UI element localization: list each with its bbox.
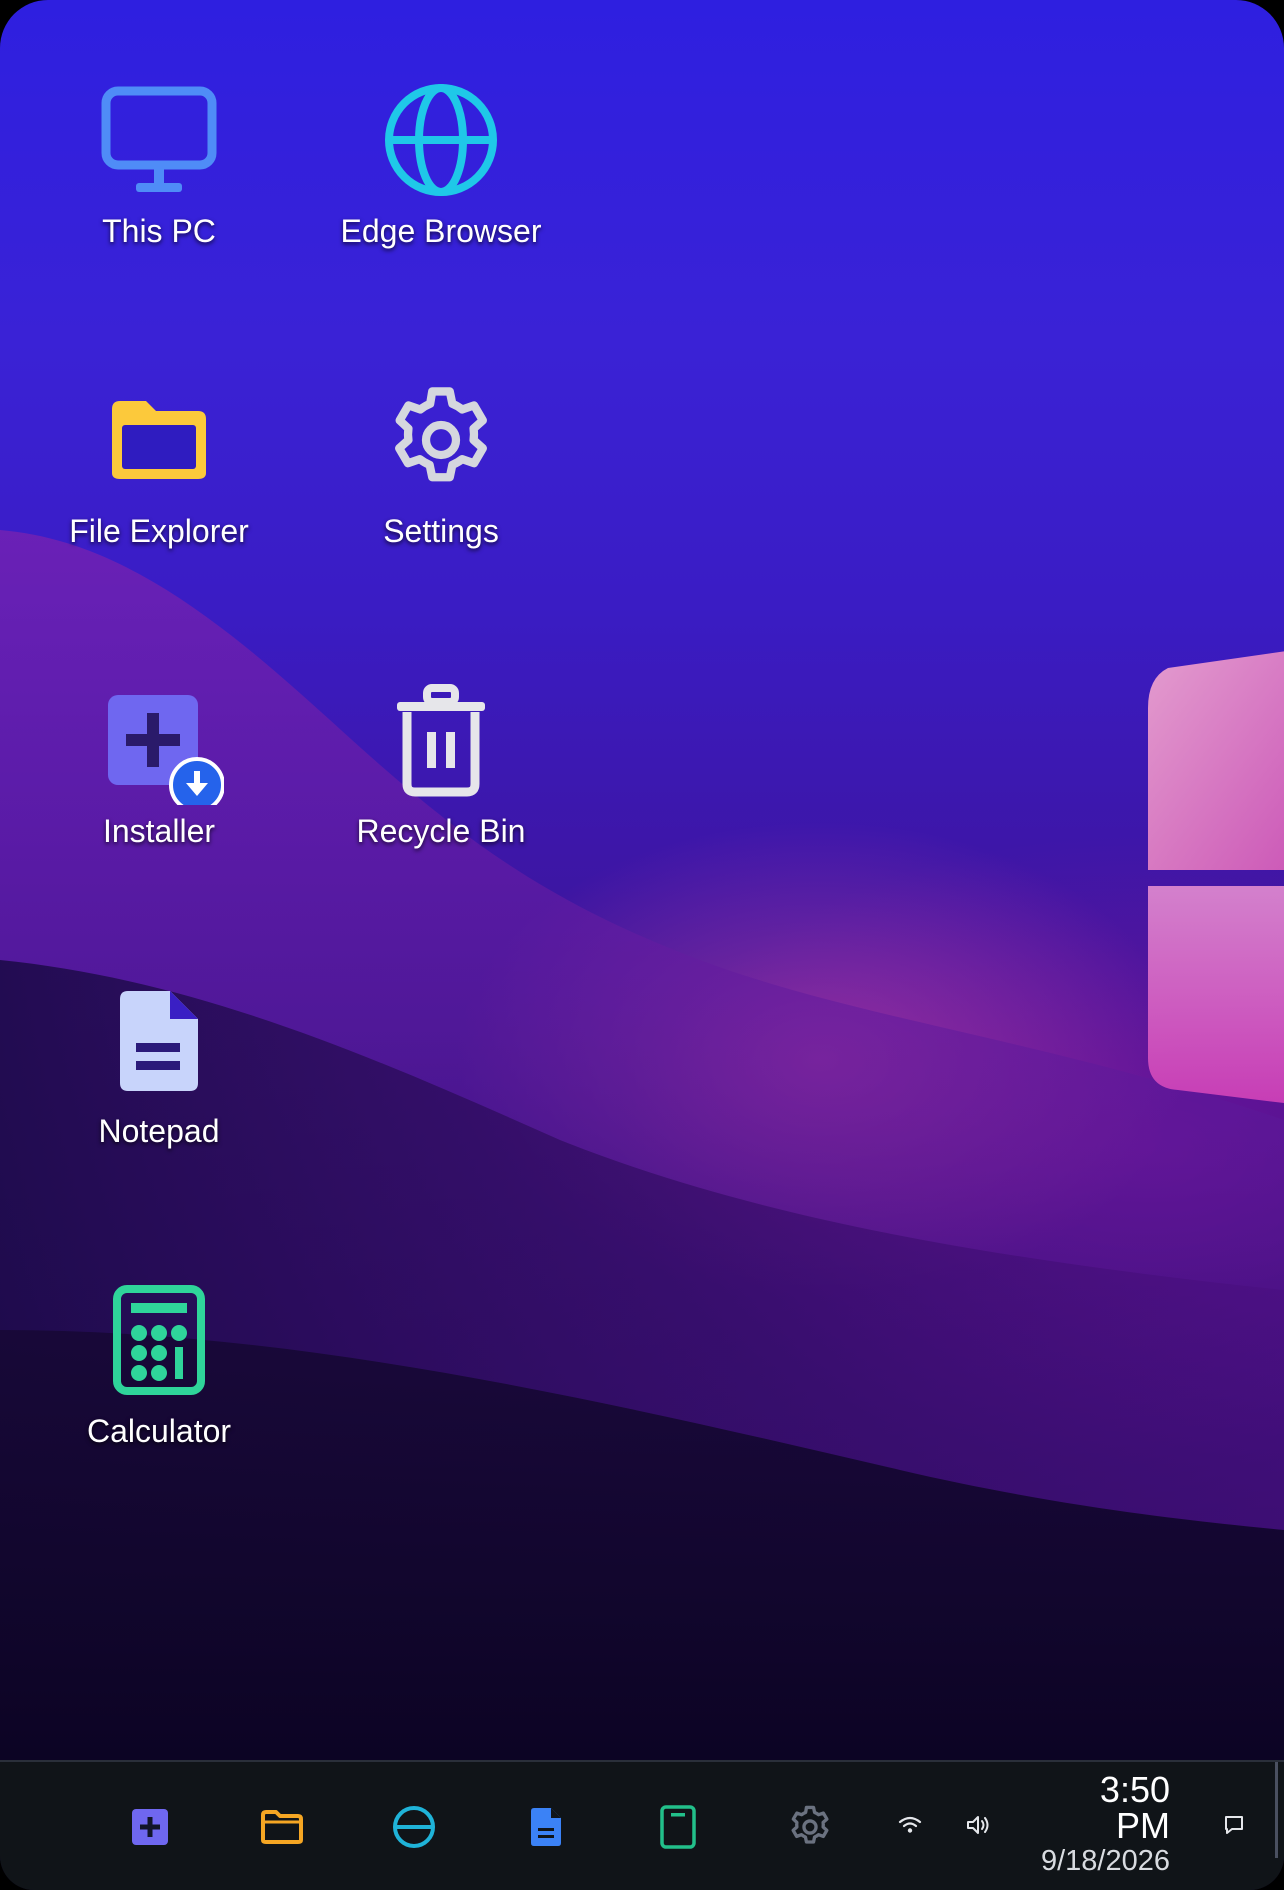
desktop-screen: This PC Edge Browser File Explorer Setti… xyxy=(0,0,1284,1890)
installer-icon xyxy=(132,1809,168,1845)
calculator-icon xyxy=(94,1275,224,1405)
desktop-icon-label: Installer xyxy=(102,813,216,849)
taskbar-notepad-button[interactable] xyxy=(503,1784,589,1870)
desktop-icon-label: Calculator xyxy=(86,1413,232,1449)
folder-icon xyxy=(261,1810,303,1844)
show-desktop-divider[interactable] xyxy=(1275,1762,1278,1858)
taskbar-calculator-button[interactable] xyxy=(635,1784,721,1870)
taskbar-browser-button[interactable] xyxy=(371,1784,457,1870)
desktop-icon-label: Recycle Bin xyxy=(356,813,526,849)
clock[interactable]: 3:50 PM 9/18/2026 xyxy=(1041,1772,1170,1876)
desktop-icon-label: File Explorer xyxy=(69,513,249,549)
installer-icon xyxy=(94,675,224,805)
desktop-icon-label: Settings xyxy=(383,513,499,549)
taskbar-file-explorer-button[interactable] xyxy=(239,1784,325,1870)
gear-icon xyxy=(376,375,506,505)
clock-time: 3:50 xyxy=(1099,1769,1170,1810)
desktop-icon-label: Notepad xyxy=(98,1113,220,1149)
desktop-icon-recycle-bin[interactable]: Recycle Bin xyxy=(321,675,561,875)
desktop-icon-label: This PC xyxy=(102,213,216,249)
wifi-icon[interactable] xyxy=(887,1802,933,1848)
desktop-icon-notepad[interactable]: Notepad xyxy=(39,975,279,1175)
taskbar-installer-button[interactable] xyxy=(107,1784,193,1870)
taskbar: 3:50 PM 9/18/2026 xyxy=(0,1760,1284,1890)
document-icon xyxy=(531,1808,561,1846)
desktop-icon-settings[interactable]: Settings xyxy=(321,375,561,575)
monitor-icon xyxy=(94,75,224,205)
volume-icon[interactable] xyxy=(955,1802,1001,1848)
gear-icon xyxy=(791,1805,829,1844)
notification-icon[interactable] xyxy=(1211,1802,1257,1848)
browser-icon xyxy=(393,1806,435,1848)
windows-logo-graphic xyxy=(1148,651,1284,1104)
trash-icon xyxy=(376,675,506,805)
desktop-icon-edge-browser[interactable]: Edge Browser xyxy=(321,75,561,275)
desktop-icon-label: Edge Browser xyxy=(340,213,542,249)
calculator-icon xyxy=(660,1805,696,1849)
clock-ampm: PM xyxy=(1116,1805,1170,1846)
desktop-icon-file-explorer[interactable]: File Explorer xyxy=(39,375,279,575)
desktop-icon-installer[interactable]: Installer xyxy=(39,675,279,875)
folder-icon xyxy=(94,375,224,505)
clock-date: 9/18/2026 xyxy=(1040,1845,1170,1877)
globe-icon xyxy=(376,75,506,205)
desktop-icon-this-pc[interactable]: This PC xyxy=(39,75,279,275)
document-icon xyxy=(94,975,224,1105)
taskbar-settings-button[interactable] xyxy=(767,1784,853,1870)
desktop-icon-calculator[interactable]: Calculator xyxy=(39,1275,279,1475)
